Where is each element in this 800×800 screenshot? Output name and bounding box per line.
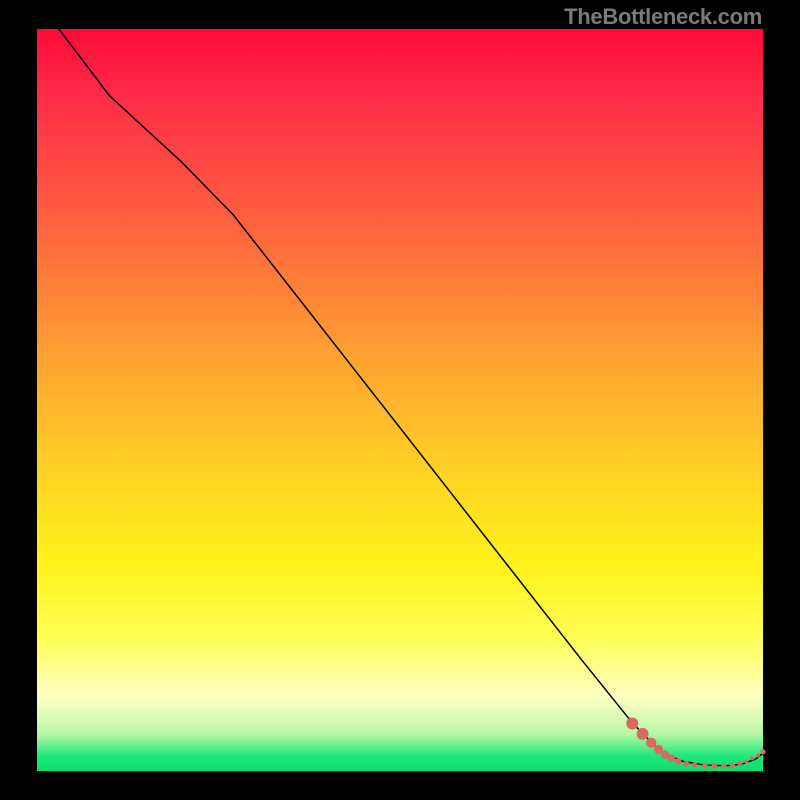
data-points-group bbox=[626, 718, 765, 769]
data-point bbox=[646, 738, 656, 748]
data-point bbox=[750, 756, 754, 760]
data-point bbox=[626, 718, 638, 730]
data-point bbox=[744, 759, 748, 763]
watermark-text: TheBottleneck.com bbox=[564, 4, 762, 30]
chart-frame: TheBottleneck.com bbox=[0, 0, 800, 800]
bottleneck-curve bbox=[59, 29, 763, 766]
data-point bbox=[702, 763, 708, 769]
data-point bbox=[692, 762, 698, 768]
data-point bbox=[668, 755, 676, 763]
data-point bbox=[730, 763, 735, 768]
data-point bbox=[683, 761, 689, 767]
data-point bbox=[637, 728, 649, 740]
data-point bbox=[737, 761, 742, 766]
data-point bbox=[721, 763, 727, 769]
data-point bbox=[756, 753, 760, 757]
data-point bbox=[760, 749, 765, 754]
data-point bbox=[675, 758, 682, 765]
chart-overlay bbox=[37, 29, 763, 771]
data-point bbox=[712, 763, 718, 769]
